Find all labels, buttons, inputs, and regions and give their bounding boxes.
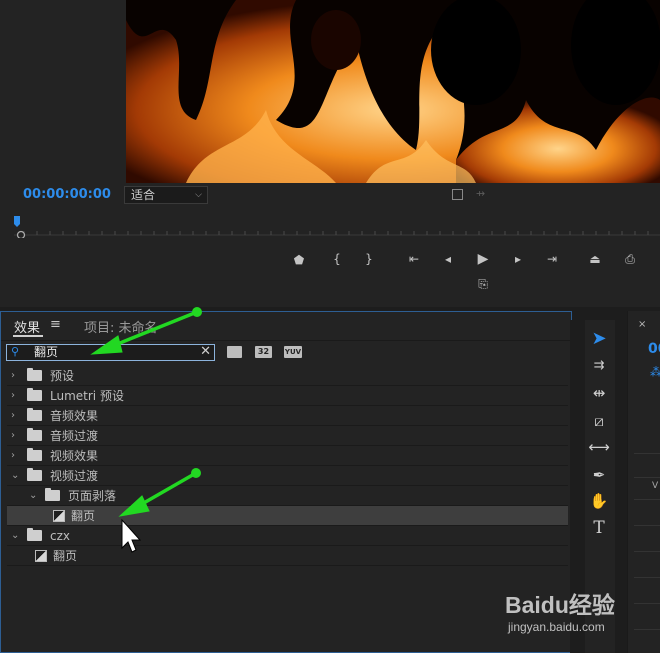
chevron-right-icon[interactable]: › (11, 386, 15, 406)
hand-tool-icon[interactable]: ✋ (585, 492, 613, 510)
pen-tool-icon[interactable]: ✒ (585, 466, 613, 484)
tab-effects[interactable]: 效果 (14, 317, 40, 336)
resolution-icon[interactable] (452, 189, 463, 200)
timeline-timecode[interactable]: 00 (648, 341, 660, 357)
folder-label: 视频效果 (50, 449, 99, 463)
folder-label: Lumetri 预设 (50, 389, 124, 403)
transition-effect-icon (35, 550, 47, 562)
folder-icon (27, 468, 42, 481)
lift-icon[interactable]: ⏏ (585, 252, 605, 266)
watermark-url: jingyan.baidu.com (508, 620, 605, 634)
go-to-in-icon[interactable]: ⇤ (404, 252, 424, 266)
chevron-down-icon: ⌵ (195, 190, 202, 200)
effects-folder-row[interactable]: › 视频效果 (7, 446, 568, 466)
track-divider (634, 525, 660, 526)
tab-project[interactable]: 项目: 未命名 (84, 317, 158, 336)
effects-folder-row[interactable]: ⌄ 页面剥落 (7, 486, 568, 506)
track-divider (634, 577, 660, 578)
chevron-right-icon[interactable]: › (11, 406, 15, 426)
wrench-icon[interactable]: ⇸ (476, 187, 485, 200)
program-monitor: 00:00:00:00 适合 ⌵ ⇸ ⬟ { } ⇤ ◂ ▶ ▸ ⇥ ⏏ ⎙ ⎘ (0, 0, 660, 307)
active-tab-underline (13, 335, 43, 337)
folder-label: 音频过渡 (50, 429, 99, 443)
play-icon[interactable]: ▶ (473, 251, 493, 267)
effect-label: 翻页 (71, 509, 96, 523)
folder-icon (27, 428, 42, 441)
export-frame-icon[interactable]: ⎘ (473, 277, 493, 292)
folder-label: czx (50, 529, 70, 543)
effect-label: 翻页 (53, 549, 78, 563)
folder-label: 页面剥落 (68, 489, 117, 503)
ripple-edit-tool-icon[interactable]: ⇹ (585, 384, 613, 402)
effect-item[interactable]: 翻页 (7, 506, 568, 526)
extract-icon[interactable]: ⎙ (620, 252, 640, 267)
effect-item[interactable]: 翻页 (7, 546, 568, 566)
track-divider (634, 499, 660, 500)
add-marker-icon[interactable]: ⬟ (289, 253, 309, 267)
folder-icon (27, 528, 42, 541)
search-icon: ⚲ (11, 345, 20, 358)
track-divider (634, 551, 660, 552)
folder-icon (27, 408, 42, 421)
chevron-right-icon[interactable]: › (11, 446, 15, 466)
baidu-jingyan-watermark: Baidu经验 jingyan.baidu.com (490, 582, 660, 642)
monitor-time-ruler[interactable] (14, 214, 660, 240)
folder-label: 视频过渡 (50, 469, 99, 483)
track-select-tool-icon[interactable]: ⇉ (585, 358, 613, 373)
effects-folder-row[interactable]: ⌄ czx (7, 526, 568, 546)
folder-icon (45, 488, 60, 501)
effects-search-input[interactable]: ⚲ 翻页 ✕ (6, 344, 215, 361)
folder-label: 音频效果 (50, 409, 99, 423)
chevron-down-icon[interactable]: ⌄ (11, 526, 19, 546)
zoom-fit-label: 适合 (131, 188, 156, 202)
accelerated-effects-icon[interactable] (227, 346, 242, 358)
step-back-icon[interactable]: ◂ (438, 252, 458, 266)
selection-tool-icon[interactable]: ➤ (585, 328, 613, 349)
chevron-down-icon[interactable]: ⌄ (11, 466, 19, 486)
track-label: V (652, 481, 659, 491)
transition-effect-icon (53, 510, 65, 522)
chevron-right-icon[interactable]: › (11, 366, 15, 386)
close-tab-icon[interactable]: × (638, 319, 646, 330)
yuv-effects-icon[interactable]: YUV (284, 346, 302, 358)
effects-folder-row[interactable]: ⌄ 视频过渡 (7, 466, 568, 486)
zoom-fit-dropdown[interactable]: 适合 ⌵ (124, 186, 208, 204)
snap-icon[interactable]: ⁂ (650, 365, 660, 379)
effects-folder-row[interactable]: › 预设 (7, 366, 568, 386)
video-frame (126, 0, 660, 183)
effects-tree: › 预设 › Lumetri 预设 › 音频效果 › 音频过渡 › 视频效果 ⌄ 视频过渡 ⌄ 页面剥落翻… (7, 366, 568, 566)
clear-search-icon[interactable]: ✕ (200, 344, 211, 359)
effects-folder-row[interactable]: › Lumetri 预设 (7, 386, 568, 406)
preset-folder-icon (27, 388, 42, 401)
step-forward-icon[interactable]: ▸ (508, 252, 528, 266)
32bit-effects-icon[interactable]: 32 (255, 346, 272, 358)
effects-folder-row[interactable]: › 音频过渡 (7, 426, 568, 446)
slip-tool-icon[interactable]: ⟷ (585, 438, 613, 456)
track-divider (634, 477, 660, 478)
razor-tool-icon[interactable]: ⧄ (585, 412, 613, 430)
panel-tab-bar: 效果 ≡ 项目: 未命名 (1, 312, 571, 341)
type-tool-icon[interactable]: T (585, 518, 613, 538)
chevron-down-icon[interactable]: ⌄ (29, 486, 37, 506)
watermark-brand: Baidu经验 (505, 592, 615, 618)
search-query: 翻页 (34, 345, 59, 359)
go-to-out-icon[interactable]: ⇥ (542, 252, 562, 266)
chevron-right-icon[interactable]: › (11, 426, 15, 446)
preset-folder-icon (27, 368, 42, 381)
playhead-timecode[interactable]: 00:00:00:00 (23, 187, 111, 202)
track-divider (634, 453, 660, 454)
panel-menu-icon[interactable]: ≡ (50, 317, 61, 332)
folder-icon (27, 448, 42, 461)
folder-label: 预设 (50, 369, 75, 383)
effects-panel: 效果 ≡ 项目: 未命名 ⚲ 翻页 ✕ 32 YUV › 预设 › Lumetri 预… (0, 311, 572, 653)
effects-folder-row[interactable]: › 音频效果 (7, 406, 568, 426)
mark-out-icon[interactable]: } (359, 252, 379, 266)
mark-in-icon[interactable]: { (327, 252, 347, 266)
